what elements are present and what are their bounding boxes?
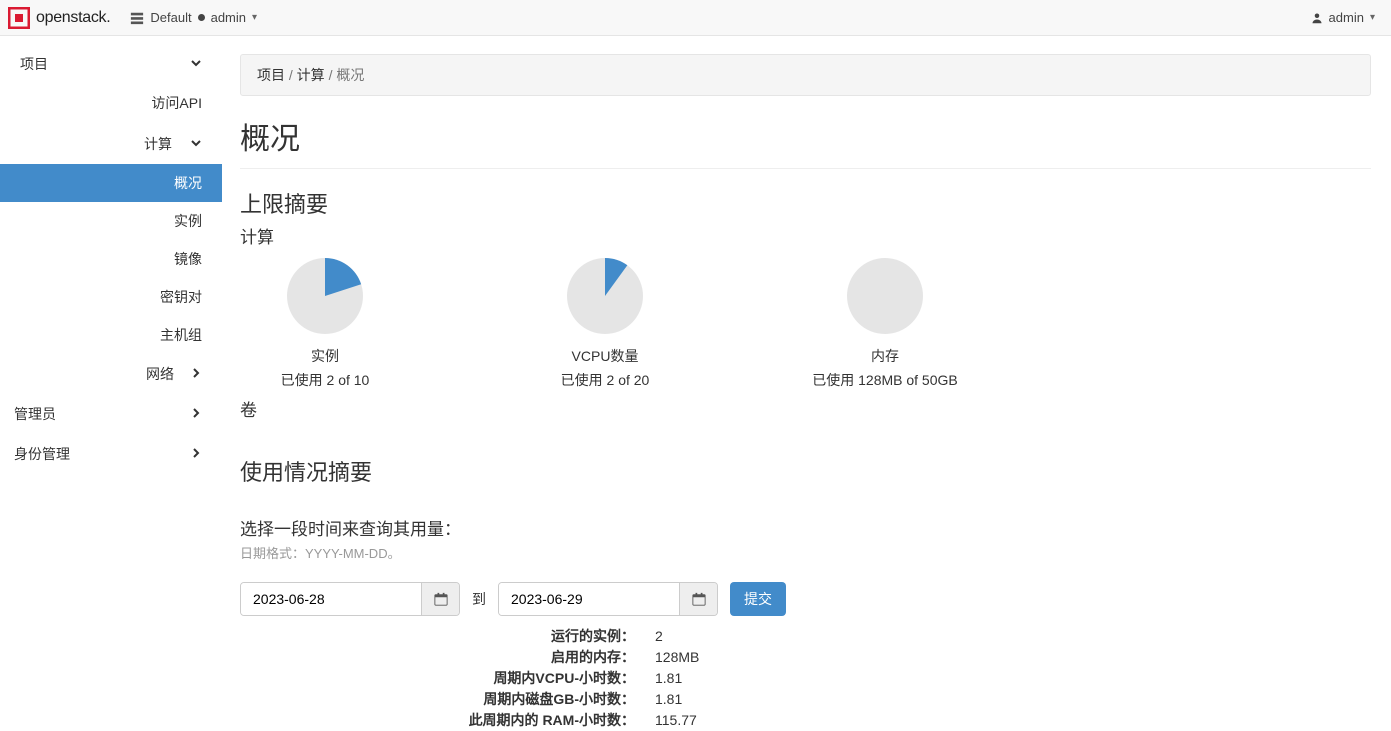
to-label: 到 — [472, 589, 486, 609]
quota-ram: 内存 已使用 128MB of 50GB — [800, 256, 970, 390]
pie-vcpus — [565, 256, 645, 336]
stat-label: 周期内磁盘GB-小时数： — [240, 689, 635, 709]
chevron-right-icon — [190, 446, 202, 462]
nav-instances[interactable]: 实例 — [0, 202, 222, 240]
quota-label: VCPU数量 — [572, 346, 639, 366]
compute-subtitle: 计算 — [240, 223, 1371, 248]
quota-label: 内存 — [871, 346, 899, 366]
pie-instances — [285, 256, 365, 336]
stat-row: 此周期内的 RAM-小时数： 115.77 — [240, 710, 1371, 730]
stat-row: 周期内VCPU-小时数： 1.81 — [240, 668, 1371, 688]
nav-label: 身份管理 — [14, 444, 70, 464]
nav-label: 计算 — [144, 134, 172, 154]
date-to-input[interactable] — [499, 583, 679, 615]
usage-stats: 运行的实例： 2 启用的内存： 128MB 周期内VCPU-小时数： 1.81 … — [240, 626, 1371, 730]
stat-label: 运行的实例： — [240, 626, 635, 646]
stat-label: 周期内VCPU-小时数： — [240, 668, 635, 688]
stat-value: 115.77 — [655, 712, 697, 728]
nav-overview[interactable]: 概况 — [0, 164, 222, 202]
page-title: 概况 — [240, 114, 1371, 158]
domain-label: Default — [150, 10, 191, 25]
nav-api[interactable]: 访问API — [0, 84, 222, 122]
caret-down-icon: ▾ — [252, 12, 257, 23]
stat-row: 周期内磁盘GB-小时数： 1.81 — [240, 689, 1371, 709]
date-to-group — [498, 582, 718, 616]
calendar-to-button[interactable] — [679, 583, 717, 615]
quota-usage: 已使用 2 of 10 — [281, 370, 370, 390]
submit-button[interactable]: 提交 — [730, 582, 786, 616]
nav-identity[interactable]: 身份管理 — [0, 434, 222, 474]
domain-icon — [130, 11, 144, 25]
nav-label: 网络 — [146, 364, 174, 384]
nav-hostgroups[interactable]: 主机组 — [0, 316, 222, 354]
nav-label: 项目 — [20, 54, 48, 74]
nav-images[interactable]: 镜像 — [0, 240, 222, 278]
topbar: openstack. Default admin ▾ admin ▾ — [0, 0, 1391, 36]
divider — [240, 168, 1371, 169]
project-selector[interactable]: Default admin ▾ — [130, 10, 257, 25]
openstack-icon — [8, 7, 30, 29]
main-content: 项目 / 计算 / 概况 概况 上限摘要 计算 实例 已使用 2 of 10 — [222, 36, 1391, 731]
nav-label: 管理员 — [14, 404, 56, 424]
calendar-icon — [692, 592, 706, 606]
stat-label: 启用的内存： — [240, 647, 635, 667]
date-prompt: 选择一段时间来查询其用量： — [240, 515, 1371, 540]
breadcrumb-sep: / — [289, 67, 297, 83]
chevron-down-icon — [190, 136, 202, 152]
project-label: admin — [211, 10, 246, 25]
stat-row: 运行的实例： 2 — [240, 626, 1371, 646]
stat-value: 2 — [655, 628, 663, 644]
nav-network[interactable]: 网络 — [0, 354, 222, 394]
breadcrumb-project[interactable]: 项目 — [257, 67, 285, 83]
quota-usage: 已使用 2 of 20 — [561, 370, 650, 390]
stat-value: 1.81 — [655, 670, 682, 686]
pie-ram — [845, 256, 925, 336]
user-icon — [1311, 12, 1323, 24]
brand-logo[interactable]: openstack. — [8, 7, 110, 29]
brand-name: openstack. — [36, 9, 110, 27]
quota-usage: 已使用 128MB of 50GB — [812, 370, 958, 390]
chevron-right-icon — [190, 406, 202, 422]
breadcrumb-compute[interactable]: 计算 — [297, 67, 325, 83]
chevron-right-icon — [190, 366, 202, 382]
limits-title: 上限摘要 — [240, 187, 1371, 219]
stat-value: 1.81 — [655, 691, 682, 707]
stat-label: 此周期内的 RAM-小时数： — [240, 710, 635, 730]
stat-value: 128MB — [655, 649, 699, 665]
quota-instances: 实例 已使用 2 of 10 — [240, 256, 410, 390]
nav-compute[interactable]: 计算 — [0, 124, 222, 164]
calendar-icon — [434, 592, 448, 606]
quota-label: 实例 — [311, 346, 339, 366]
user-menu[interactable]: admin ▾ — [1311, 10, 1375, 25]
chevron-down-icon — [190, 56, 202, 72]
breadcrumb-current: 概况 — [336, 67, 364, 83]
sidebar: 项目 访问API 计算 概况 实例 镜像 密钥对 主机组 网络 管理员 身份 — [0, 36, 222, 731]
dot-separator-icon — [198, 14, 205, 21]
nav-admin[interactable]: 管理员 — [0, 394, 222, 434]
nav-keypairs[interactable]: 密钥对 — [0, 278, 222, 316]
stat-row: 启用的内存： 128MB — [240, 647, 1371, 667]
user-label: admin — [1329, 10, 1364, 25]
caret-down-icon: ▾ — [1370, 12, 1375, 23]
quota-vcpus: VCPU数量 已使用 2 of 20 — [520, 256, 690, 390]
breadcrumb: 项目 / 计算 / 概况 — [240, 54, 1371, 96]
volume-subtitle: 卷 — [240, 396, 1371, 421]
date-from-input[interactable] — [241, 583, 421, 615]
usage-title: 使用情况摘要 — [240, 455, 1371, 487]
calendar-from-button[interactable] — [421, 583, 459, 615]
date-range-row: 到 提交 — [240, 582, 1371, 616]
date-format-hint: 日期格式：YYYY-MM-DD。 — [240, 543, 1371, 562]
date-from-group — [240, 582, 460, 616]
nav-project[interactable]: 项目 — [0, 44, 222, 84]
quota-charts: 实例 已使用 2 of 10 VCPU数量 已使用 2 of 20 内存 已使用… — [240, 256, 1371, 390]
